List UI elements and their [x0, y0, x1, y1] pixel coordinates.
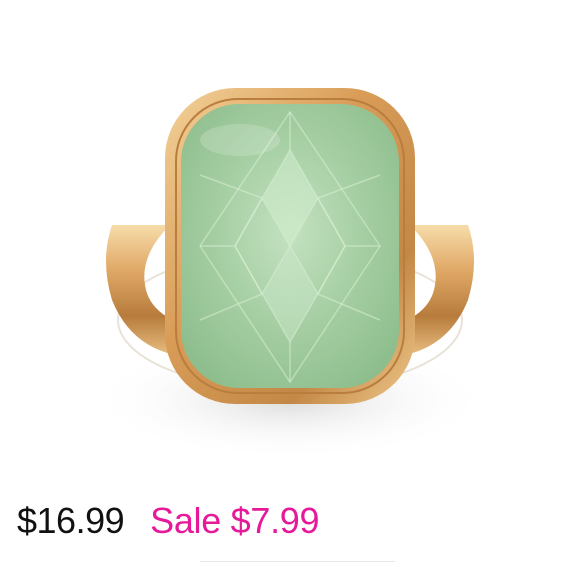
sale-price: Sale $7.99	[150, 500, 320, 541]
original-price: $16.99	[17, 500, 125, 541]
divider	[200, 561, 395, 562]
price-row: $16.99 Sale $7.99	[17, 500, 320, 546]
product-image[interactable]	[0, 0, 580, 470]
listing-card: $16.99 Sale $7.99	[0, 0, 580, 580]
